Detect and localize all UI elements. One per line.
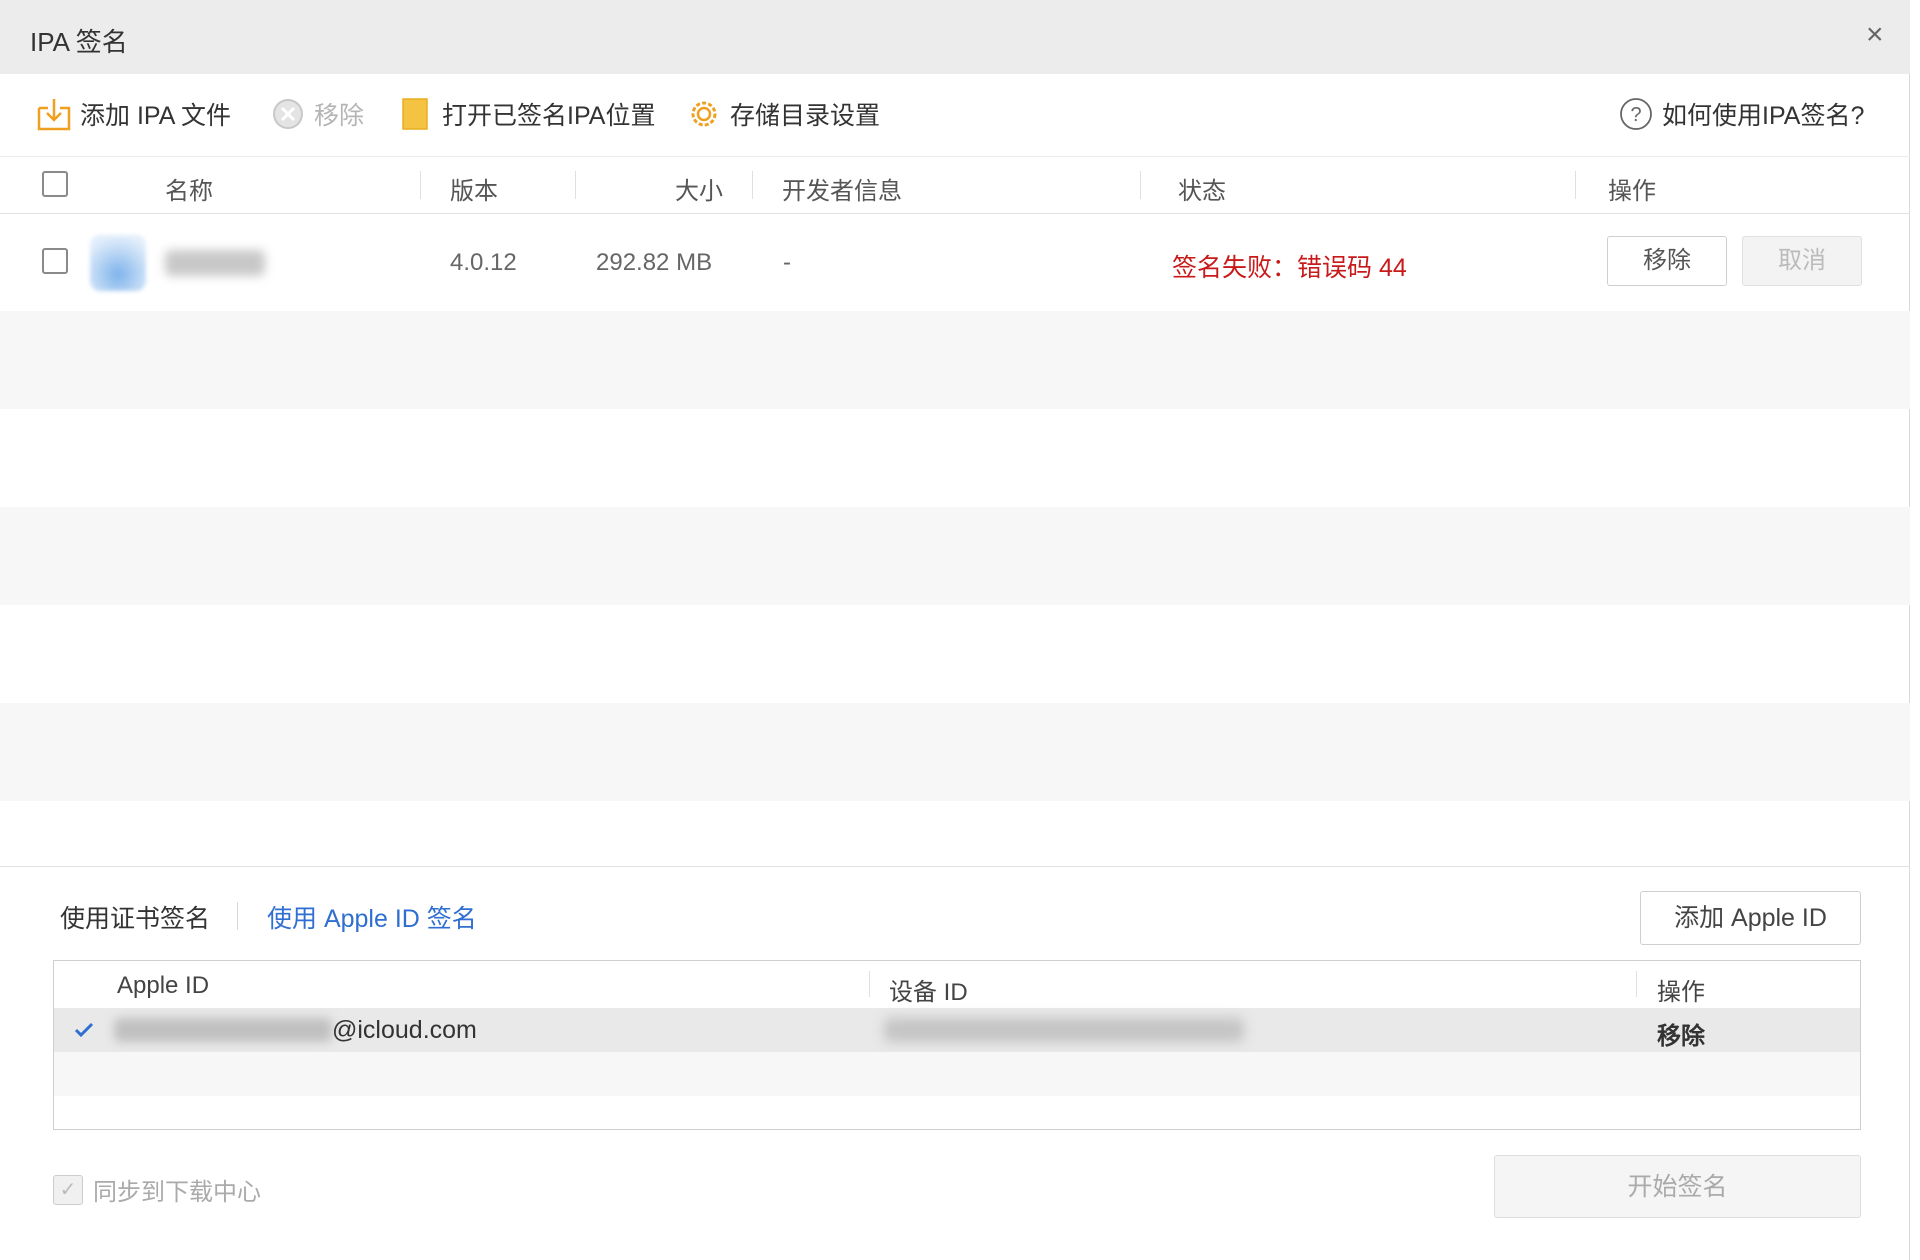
row-remove-button[interactable]: 移除: [1607, 236, 1727, 286]
storage-settings-label: 存储目录设置: [730, 102, 881, 130]
empty-row: [0, 605, 1910, 703]
app-name-redacted: [165, 250, 265, 276]
help-icon: ?: [1620, 98, 1652, 130]
apple-id-table: Apple ID 设备 ID 操作 @icloud.com 移除: [53, 960, 1861, 1130]
toolbar: 添加 IPA 文件 移除 打开已签名IPA位置 存储目录设置 ? 如何使用IPA…: [0, 74, 1910, 156]
col-name: 名称: [165, 178, 213, 205]
tab-apple-id-sign[interactable]: 使用 Apple ID 签名: [267, 899, 477, 935]
section-divider: [0, 866, 1910, 867]
empty-row: [0, 311, 1910, 409]
sync-option[interactable]: ✓ 同步到下载中心: [53, 1172, 261, 1207]
storage-settings-button[interactable]: 存储目录设置: [686, 96, 880, 132]
empty-row: [54, 1052, 1860, 1096]
empty-row: [0, 409, 1910, 507]
gear-icon: [691, 101, 717, 127]
help-link[interactable]: ? 如何使用IPA签名?: [1618, 96, 1864, 132]
folder-icon: [402, 98, 428, 130]
open-signed-location-button[interactable]: 打开已签名IPA位置: [398, 96, 655, 132]
column-divider: [420, 171, 421, 199]
ipa-sign-window: IPA 签名 × 添加 IPA 文件 移除 打开已签名IPA位置 存储目录设置 …: [0, 0, 1910, 1260]
col-status: 状态: [1178, 178, 1226, 205]
column-divider: [752, 171, 753, 199]
check-icon: [74, 1022, 94, 1038]
row-version: 4.0.12: [450, 249, 517, 276]
row-checkbox[interactable]: [42, 248, 68, 274]
device-id-redacted: [884, 1018, 1244, 1042]
empty-row: [0, 703, 1910, 801]
add-apple-id-button[interactable]: 添加 Apple ID: [1640, 891, 1861, 945]
email-redacted: [114, 1018, 332, 1042]
empty-row: [0, 507, 1910, 605]
col-actions: 操作: [1608, 178, 1656, 205]
col-version: 版本: [450, 178, 498, 205]
svg-text:?: ?: [1630, 104, 1641, 126]
email-suffix: @icloud.com: [332, 1016, 477, 1044]
sync-checkbox[interactable]: ✓: [53, 1174, 83, 1205]
select-all-checkbox[interactable]: [42, 171, 68, 197]
title-bar: IPA 签名 ×: [0, 0, 1910, 74]
col-developer: 开发者信息: [782, 178, 902, 205]
col-apple-id: Apple ID: [117, 972, 210, 999]
column-divider: [1636, 971, 1637, 997]
col-apple-actions: 操作: [1657, 979, 1705, 1006]
remove-circle-icon: [273, 99, 303, 129]
window-title: IPA 签名: [30, 27, 128, 57]
col-device-id: 设备 ID: [889, 979, 968, 1006]
column-divider: [1575, 171, 1576, 199]
app-icon: [90, 235, 146, 291]
tab-cert-sign[interactable]: 使用证书签名: [60, 899, 210, 935]
start-sign-button[interactable]: 开始签名: [1494, 1155, 1861, 1218]
sync-label: 同步到下载中心: [93, 1179, 261, 1206]
close-icon[interactable]: ×: [1866, 20, 1884, 50]
row-status-error: 签名失败：错误码 44: [1172, 254, 1407, 282]
apple-id-row[interactable]: @icloud.com 移除: [54, 1008, 1860, 1052]
col-size: 大小: [675, 178, 723, 205]
add-ipa-button[interactable]: 添加 IPA 文件: [36, 96, 231, 132]
column-divider: [575, 171, 576, 199]
row-cancel-button[interactable]: 取消: [1742, 236, 1862, 286]
help-label: 如何使用IPA签名?: [1662, 102, 1865, 130]
add-file-icon: [37, 99, 71, 131]
add-ipa-label: 添加 IPA 文件: [80, 102, 231, 130]
apple-id-table-header: Apple ID 设备 ID 操作: [54, 961, 1860, 1007]
row-developer: -: [783, 249, 791, 276]
remove-button[interactable]: 移除: [270, 96, 364, 132]
column-divider: [1140, 171, 1141, 199]
tab-divider: [237, 902, 238, 930]
apple-id-remove-link[interactable]: 移除: [1657, 1016, 1705, 1051]
open-signed-label: 打开已签名IPA位置: [442, 102, 656, 130]
remove-label: 移除: [314, 102, 365, 130]
column-divider: [869, 971, 870, 997]
ipa-table-header: 名称 版本 大小 开发者信息 状态 操作: [0, 156, 1910, 214]
row-size: 292.82 MB: [596, 249, 713, 276]
